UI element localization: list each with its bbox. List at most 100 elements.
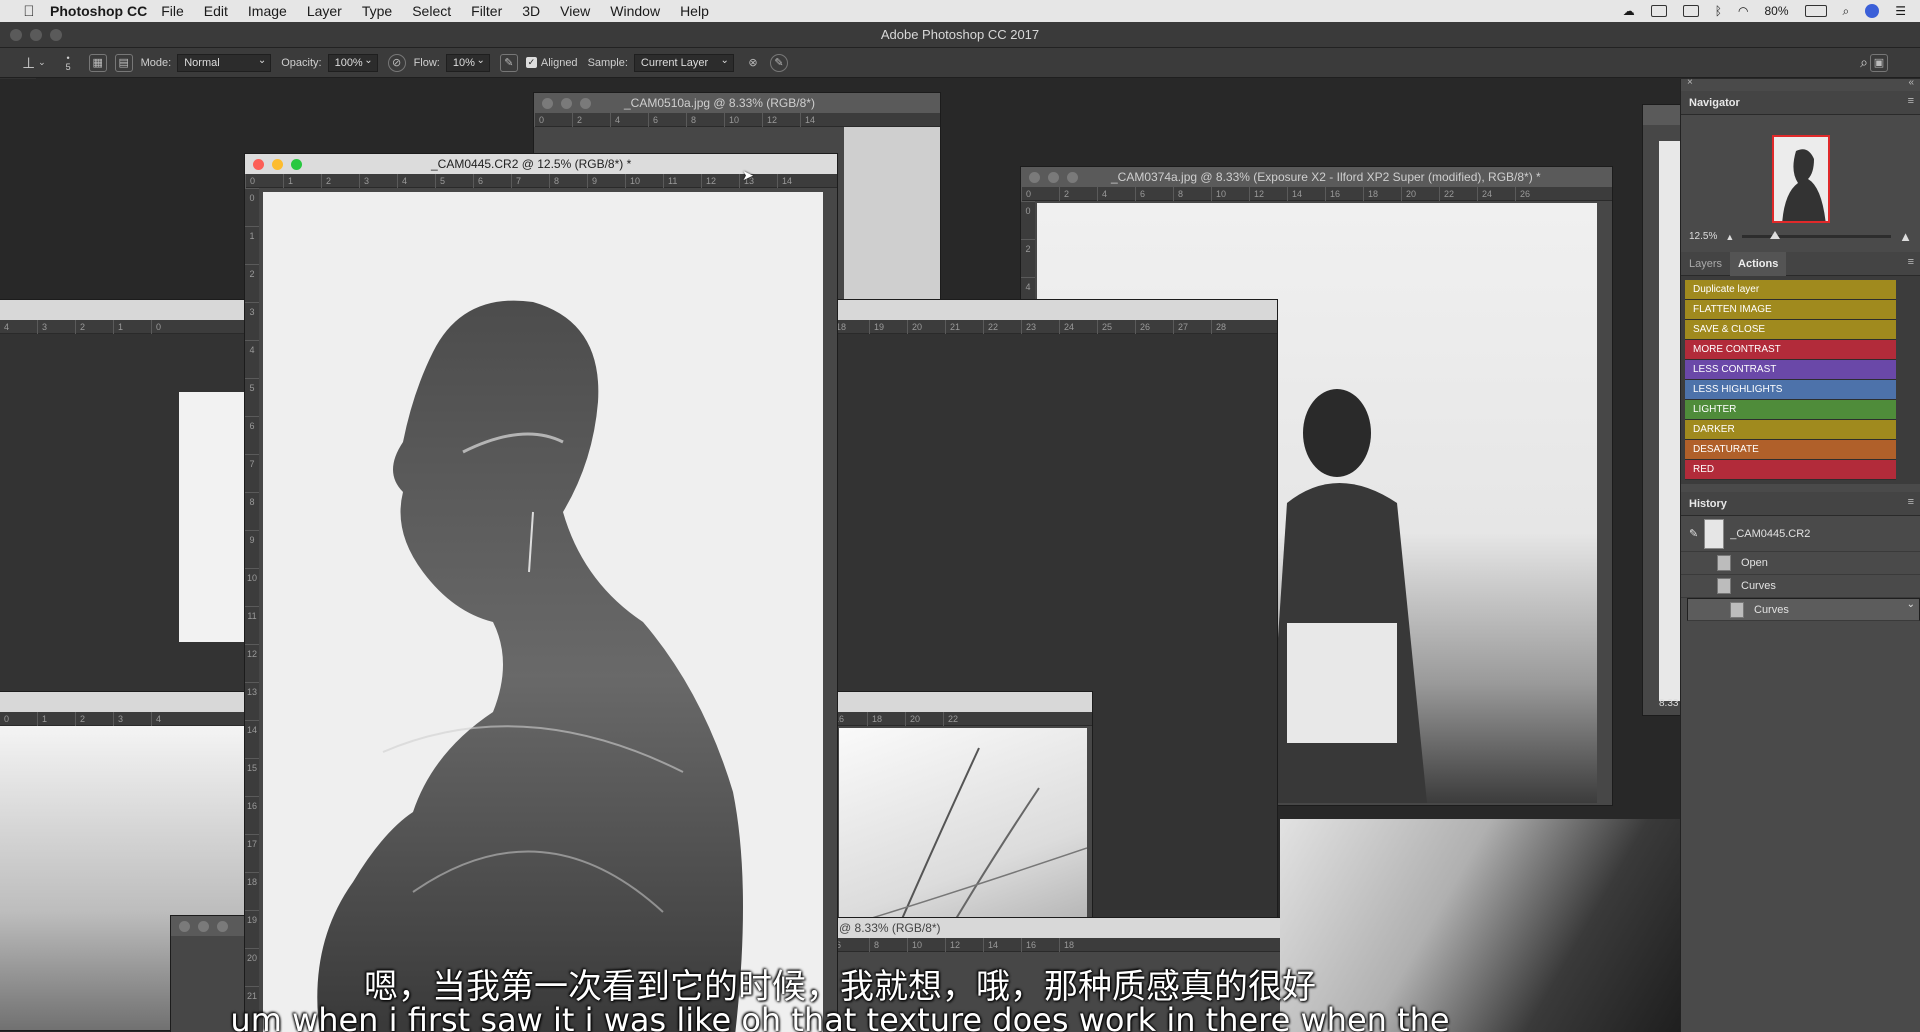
panel-menu-icon[interactable]: ≡ — [1908, 256, 1914, 268]
document-image — [1659, 141, 1680, 701]
menu-select[interactable]: Select — [412, 3, 451, 19]
menu-edit[interactable]: Edit — [204, 3, 228, 19]
action-item[interactable]: DESATURATE — [1685, 440, 1896, 460]
siri-icon[interactable] — [1865, 4, 1880, 18]
action-item[interactable]: LESS HIGHLIGHTS — [1685, 380, 1896, 400]
action-item[interactable]: MORE CONTRAST — [1685, 340, 1896, 360]
airplay-icon[interactable] — [1682, 5, 1699, 17]
zoom-in-icon[interactable]: ▲ — [1899, 229, 1912, 244]
sample-select[interactable]: Current Layer — [633, 53, 734, 72]
menu-3d[interactable]: 3D — [522, 3, 540, 19]
workspace-icon[interactable]: ▣ — [1870, 53, 1888, 72]
battery-icon[interactable] — [1804, 5, 1827, 17]
window-close-button[interactable] — [10, 29, 22, 41]
window-zoom-button[interactable] — [50, 29, 62, 41]
menu-image[interactable]: Image — [248, 3, 287, 19]
document-title-bar[interactable] — [829, 692, 1092, 712]
mode-select[interactable]: Normal — [177, 53, 272, 72]
mouse-pointer-icon: ➤ — [742, 167, 754, 183]
tab-layers[interactable]: Layers — [1681, 252, 1730, 276]
opacity-field[interactable]: 100% — [327, 53, 378, 72]
display-icon[interactable] — [1650, 5, 1667, 17]
tool-preset-picker[interactable]: ⊥ ⌄ — [22, 54, 46, 72]
action-item[interactable]: FLATTEN IMAGE — [1685, 300, 1896, 320]
action-item[interactable]: DARKER — [1685, 420, 1896, 440]
bluetooth-icon[interactable]: ᛒ — [1715, 4, 1722, 18]
history-snapshot[interactable]: ✎ _CAM0445.CR2 — [1681, 516, 1920, 552]
zoom-out-icon[interactable]: ▲ — [1725, 232, 1734, 242]
pressure-opacity-icon[interactable]: ⊘ — [387, 53, 406, 72]
double-exposure-portrait — [263, 192, 823, 1032]
apple-icon[interactable]:  — [18, 0, 40, 22]
menu-filter[interactable]: Filter — [471, 3, 502, 19]
app-title-bar: Adobe Photoshop CC 2017 — [0, 22, 1920, 48]
document-window-cam0445[interactable]: _CAM0445.CR2 @ 12.5% (RGB/8*) * 01234567… — [244, 153, 838, 1032]
doc-zoom-button[interactable] — [1067, 172, 1078, 183]
navigator-title[interactable]: Navigator — [1689, 97, 1740, 109]
pressure-size-icon[interactable]: ✎ — [769, 53, 788, 72]
action-item[interactable]: RED — [1685, 460, 1896, 480]
document-title-bar[interactable] — [0, 692, 247, 712]
document-title-bar[interactable] — [831, 300, 1277, 320]
horizontal-ruler: 43210 — [0, 319, 247, 334]
history-step[interactable]: Open — [1681, 552, 1920, 575]
doc-zoom-button[interactable] — [217, 921, 228, 932]
menu-layer[interactable]: Layer — [307, 3, 342, 19]
history-step[interactable]: Curves — [1681, 575, 1920, 598]
navigator-thumbnail[interactable] — [1771, 135, 1830, 223]
action-item[interactable]: SAVE & CLOSE — [1685, 320, 1896, 340]
doc-minimize-button[interactable] — [561, 98, 572, 109]
clone-source-panel-icon[interactable]: ▤ — [114, 53, 133, 72]
window-minimize-button[interactable] — [30, 29, 42, 41]
airbrush-icon[interactable]: ✎ — [499, 53, 518, 72]
doc-close-button[interactable] — [179, 921, 190, 932]
wifi-icon[interactable]: ◠ — [1738, 4, 1748, 18]
document-title[interactable]: _CAM0510a.jpg @ 8.33% (RGB/8*) — [534, 93, 940, 113]
aligned-checkbox[interactable]: ✓ — [525, 57, 537, 68]
panel-menu-icon[interactable]: ≡ — [1908, 496, 1914, 508]
panel-close-icon[interactable]: × — [1687, 77, 1693, 88]
navigator-zoom-slider[interactable] — [1742, 231, 1892, 239]
panel-collapse-icon[interactable]: « — [1908, 77, 1914, 88]
zoom-level-readout: 8.33 — [1659, 698, 1679, 709]
document-title[interactable]: _CAM0374a.jpg @ 8.33% (Exposure X2 - Ilf… — [1021, 167, 1612, 187]
menu-file[interactable]: File — [161, 3, 184, 19]
creative-cloud-icon[interactable]: ☁ — [1623, 4, 1635, 18]
panel-menu-icon[interactable]: ≡ — [1908, 95, 1914, 107]
menu-help[interactable]: Help — [680, 3, 709, 19]
tab-actions[interactable]: Actions — [1730, 251, 1787, 276]
doc-zoom-button[interactable] — [291, 159, 302, 170]
brush-preset-picker[interactable]: • 5 — [66, 53, 71, 72]
history-step-label: Curves — [1754, 603, 1789, 616]
snapshot-thumbnail — [1704, 518, 1725, 549]
action-item[interactable]: LIGHTER — [1685, 400, 1896, 420]
doc-close-button[interactable] — [253, 159, 264, 170]
ignore-adjustment-layers-icon[interactable]: ⊗ — [744, 54, 762, 72]
doc-zoom-button[interactable] — [580, 98, 591, 109]
action-item[interactable]: LESS CONTRAST — [1685, 360, 1896, 380]
menu-window[interactable]: Window — [610, 3, 660, 19]
right-panel-dock: × « Navigator ≡ 12.5% ▲ ▲ Layers Actions… — [1680, 77, 1920, 1032]
spotlight-search-icon[interactable]: ⌕ — [1843, 4, 1850, 19]
document-title-bar[interactable] — [1643, 105, 1680, 125]
app-menu[interactable]: Photoshop CC — [50, 3, 147, 19]
flow-field[interactable]: 10% — [445, 53, 490, 72]
notification-center-icon[interactable]: ☰ — [1895, 4, 1906, 18]
navigator-zoom-value[interactable]: 12.5% — [1689, 231, 1717, 242]
doc-minimize-button[interactable] — [272, 159, 283, 170]
document-window-right-edge[interactable]: 8.33 — [1642, 104, 1680, 716]
history-title[interactable]: History — [1689, 498, 1727, 510]
doc-close-button[interactable] — [542, 98, 553, 109]
menu-type[interactable]: Type — [362, 3, 392, 19]
aligned-label: Aligned — [540, 56, 578, 69]
search-icon[interactable]: ⌕ — [1860, 54, 1868, 71]
doc-minimize-button[interactable] — [1048, 172, 1059, 183]
action-item[interactable]: Duplicate layer — [1685, 280, 1896, 300]
menu-view[interactable]: View — [560, 3, 590, 19]
history-brush-source-icon[interactable]: ✎ — [1689, 527, 1698, 540]
document-title-bar[interactable] — [0, 300, 247, 320]
doc-close-button[interactable] — [1029, 172, 1040, 183]
history-step[interactable]: Curves — [1687, 597, 1920, 621]
brush-panel-toggle-icon[interactable]: ▦ — [88, 53, 107, 72]
doc-minimize-button[interactable] — [198, 921, 209, 932]
